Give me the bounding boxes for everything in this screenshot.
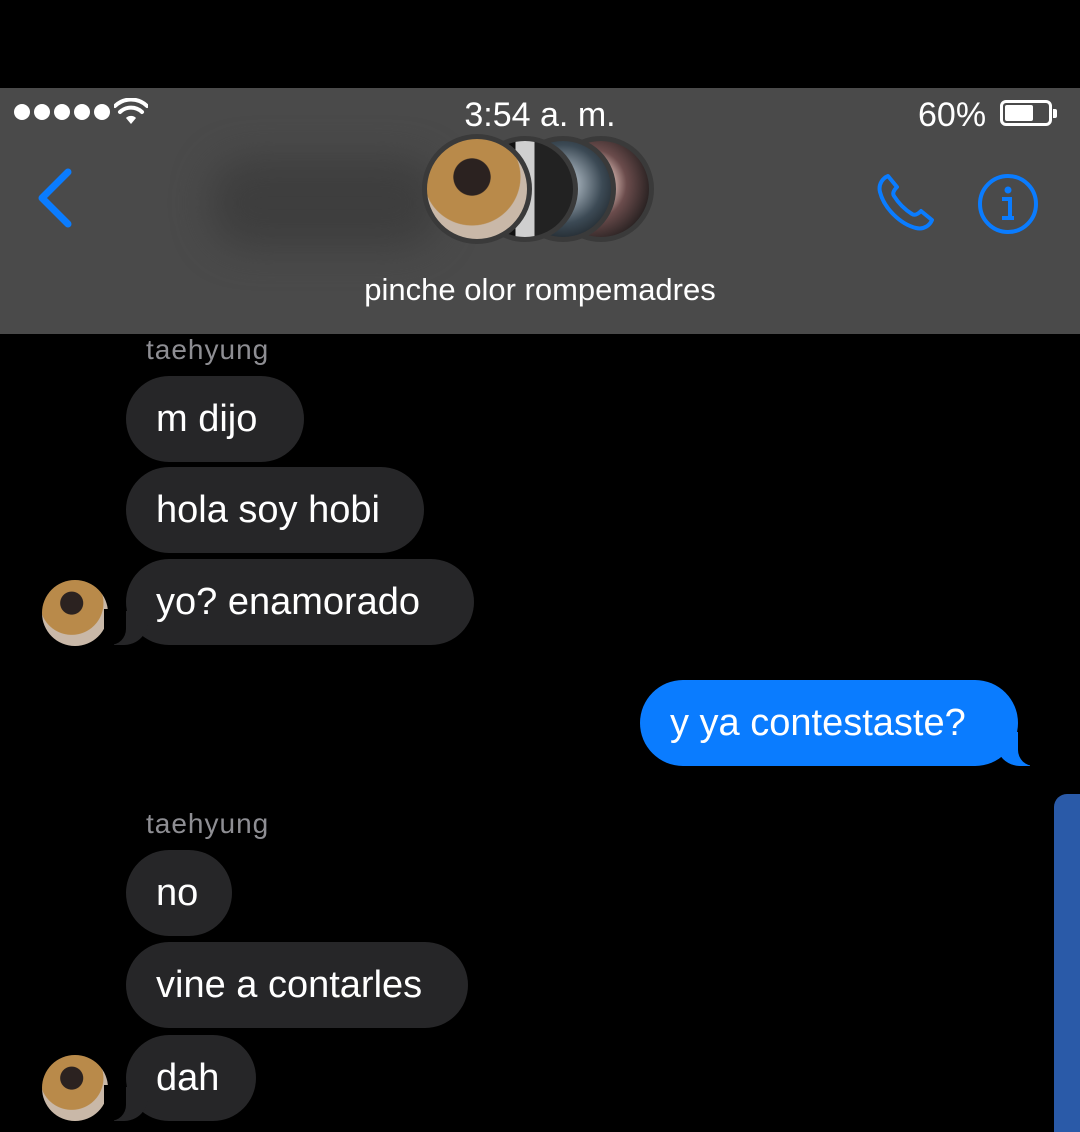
scrollbar[interactable] [1054,794,1080,1132]
avatar[interactable] [42,1055,108,1121]
message-bubble[interactable]: dah [104,1035,256,1121]
message-text: yo? enamorado [156,581,421,623]
message-text: y ya contestaste? [670,702,966,744]
message-bubble[interactable]: no [126,850,232,936]
avatar[interactable] [42,580,108,646]
battery-percent: 60% [918,96,987,134]
phone-icon[interactable] [874,172,936,234]
group-name[interactable]: pinche olor rompemadres [0,272,1080,308]
message-text: m dijo [156,398,258,440]
conversation-header: 3:54 a. m. 60% pinche olor rompemadres [0,88,1080,334]
sender-label: taehyung [146,334,270,365]
battery-icon [1000,100,1057,126]
sender-label: taehyung [146,808,270,839]
chevron-left-icon[interactable] [34,168,78,228]
top-spacer [0,0,1080,88]
outgoing-message-bubble[interactable]: y ya contestaste? [640,680,1040,766]
message-text: vine a contarles [156,964,423,1006]
member-avatar [422,134,532,244]
header-blur-region [210,158,440,248]
message-bubble[interactable]: hola soy hobi [126,467,424,553]
message-text: no [156,872,199,914]
group-avatars[interactable] [422,134,662,248]
message-text: dah [156,1057,220,1099]
message-bubble[interactable]: yo? enamorado [104,559,474,645]
message-text: hola soy hobi [156,489,380,531]
message-bubble[interactable]: vine a contarles [126,942,468,1028]
info-icon[interactable] [976,172,1040,236]
message-bubble[interactable]: m dijo [126,376,304,462]
